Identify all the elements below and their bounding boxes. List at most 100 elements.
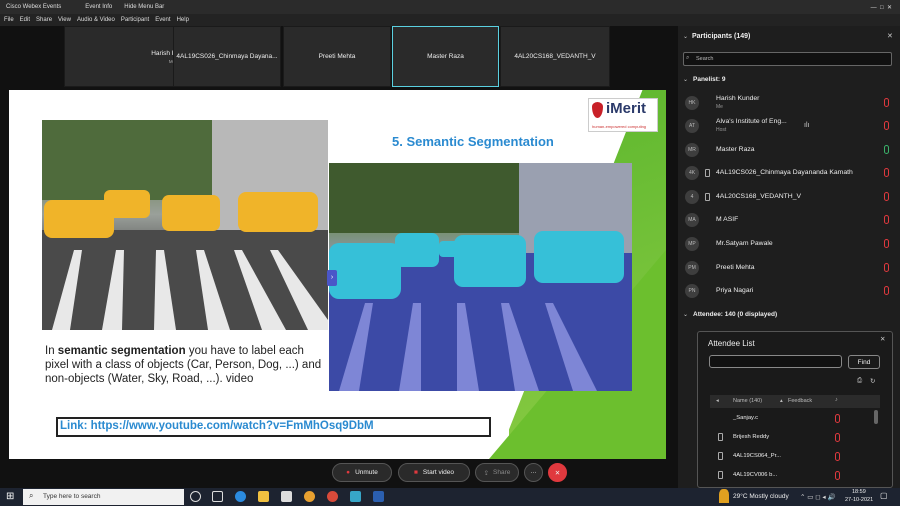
avatar: MR — [685, 143, 699, 157]
phone-icon — [718, 452, 723, 460]
attendee-search-input[interactable] — [709, 355, 842, 368]
attendee-row[interactable]: 4AL19CS064_Pr... — [710, 447, 880, 467]
panelist-name: Preeti Mehta — [716, 264, 755, 271]
slide-body: In semantic segmentation you have to lab… — [45, 344, 325, 386]
chevron-down-icon[interactable]: ⌄ — [683, 33, 688, 40]
find-button[interactable]: Find — [848, 355, 880, 369]
panelist-row[interactable]: MP Mr.Satyam Pawale — [681, 233, 893, 255]
start-video-button[interactable]: ■ Start video — [398, 463, 470, 482]
close-panel-icon[interactable]: ✕ — [887, 32, 893, 40]
panelist-header[interactable]: Panelist: 9 — [693, 76, 726, 83]
segmented-photo — [329, 163, 632, 391]
clock-date[interactable]: 27-10-2021 — [845, 497, 873, 503]
mic-muted-icon — [884, 263, 889, 272]
slide-body-prefix: In — [45, 345, 58, 357]
attendee-name: Brijesh Reddy — [733, 434, 770, 440]
sort-icon: ▴ — [780, 398, 783, 404]
chrome-icon[interactable] — [304, 491, 315, 502]
notifications-icon[interactable]: ▢ — [880, 491, 888, 500]
phone-icon — [718, 471, 723, 479]
menu-view[interactable]: View — [58, 17, 71, 23]
title-bar: Cisco Webex Events Event Info Hide Menu … — [0, 0, 900, 14]
col-feedback[interactable]: Feedback — [788, 398, 812, 404]
mic-muted-icon — [835, 433, 840, 442]
share-button[interactable]: ⇪ Share — [475, 463, 519, 482]
share-label: Share — [493, 469, 511, 476]
audio-level-icon: ılı — [804, 122, 810, 129]
windows-start-icon[interactable]: ⊞ — [6, 491, 14, 502]
video-thumbnail-active[interactable]: Master Raza — [392, 26, 499, 87]
file-explorer-icon[interactable] — [258, 491, 269, 502]
chrome-icon[interactable] — [327, 491, 338, 502]
store-icon[interactable] — [281, 491, 292, 502]
menu-audio-video[interactable]: Audio & Video — [77, 17, 115, 23]
participant-search-input[interactable]: Search — [683, 52, 892, 66]
panelist-row[interactable]: AT Alva's Institute of Eng... Host ılı — [681, 115, 893, 137]
chevron-right-icon[interactable]: › — [327, 270, 337, 286]
segmented-photo-drawing — [329, 163, 632, 391]
phone-icon — [705, 193, 710, 201]
slide-body-bold: semantic segmentation — [57, 345, 186, 357]
video-thumbnail[interactable]: 4AL19CS026_Chinmaya Dayana... — [173, 26, 281, 87]
attendee-name: _Sanjay.c — [733, 415, 759, 421]
more-icon: ··· — [530, 469, 537, 476]
chevron-down-icon[interactable]: ⌄ — [683, 311, 688, 318]
menu-event[interactable]: Event — [155, 17, 170, 23]
shared-slide: 5. Semantic Segmentation iMerit human-em… — [9, 90, 666, 459]
scrollbar[interactable] — [874, 410, 878, 424]
col-name[interactable]: Name (140) — [733, 398, 762, 404]
panelist-row[interactable]: 4 4AL20CS168_VEDANTH_V — [681, 186, 893, 208]
attendee-row[interactable]: 4AL19CV006 b... — [710, 466, 880, 486]
panelist-row[interactable]: PN Priya Nagari — [681, 280, 893, 302]
avatar: MP — [685, 237, 699, 251]
unmute-button[interactable]: ● Unmute — [332, 463, 392, 482]
menu-participant[interactable]: Participant — [121, 17, 149, 23]
start-video-label: Start video — [422, 469, 454, 476]
phone-icon — [705, 169, 710, 177]
phone-icon — [718, 433, 723, 441]
mic-muted-icon — [884, 168, 889, 177]
video-thumbnail[interactable]: Preeti Mehta — [283, 26, 391, 87]
event-info-button[interactable]: Event Info — [85, 4, 112, 10]
hide-menu-bar-button[interactable]: Hide Menu Bar — [124, 4, 164, 10]
panelist-row[interactable]: PM Preeti Mehta — [681, 257, 893, 279]
export-icon[interactable]: ⎙ — [857, 377, 862, 385]
panelist-row[interactable]: MA M ASIF — [681, 209, 893, 231]
avatar: MA — [685, 213, 699, 227]
system-tray-icons[interactable]: ⌃ ▭ ◻ ◂ 🔊 — [800, 493, 836, 501]
slide-link[interactable]: Link: https://www.youtube.com/watch?v=Fm… — [60, 420, 374, 432]
mic-icon: ♪ — [835, 397, 838, 403]
weather-text[interactable]: 29°C Mostly cloudy — [733, 493, 789, 500]
menu-edit[interactable]: Edit — [20, 17, 30, 23]
mic-muted-icon — [884, 286, 889, 295]
leave-button[interactable]: ✕ — [548, 463, 567, 482]
search-icon: ⌕ — [29, 491, 34, 500]
attendee-table-header: ◂ Name (140) ▴ Feedback ♪ — [710, 395, 880, 408]
video-thumbnail[interactable]: 4AL20CS168_VEDANTH_V — [500, 26, 610, 87]
edge-icon[interactable] — [235, 491, 246, 502]
menu-bar: File Edit Share View Audio & Video Parti… — [0, 14, 900, 26]
close-icon[interactable]: ✕ — [880, 335, 885, 343]
panelist-role: Host — [716, 127, 727, 133]
clock-time[interactable]: 18:59 — [852, 489, 866, 495]
taskbar-search-input[interactable]: Type here to search — [23, 489, 184, 505]
more-options-button[interactable]: ··· — [524, 463, 543, 482]
task-view-icon[interactable] — [212, 491, 223, 502]
webex-icon[interactable] — [350, 491, 361, 502]
menu-share[interactable]: Share — [36, 17, 52, 23]
menu-file[interactable]: File — [4, 17, 14, 23]
attendee-row[interactable]: _Sanjay.c — [710, 409, 880, 429]
attendee-row[interactable]: Brijesh Reddy — [710, 428, 880, 448]
panelist-row[interactable]: 4K 4AL19CS026_Chinmaya Dayananda Kamath — [681, 162, 893, 184]
panelist-row[interactable]: HK Harish Kunder Me — [681, 92, 893, 114]
menu-help[interactable]: Help — [177, 17, 189, 23]
slide-title: 5. Semantic Segmentation — [392, 134, 554, 149]
panelist-row[interactable]: MR Master Raza — [681, 139, 893, 161]
cortana-icon[interactable] — [190, 491, 201, 502]
attendee-header[interactable]: Attendee: 140 (0 displayed) — [693, 311, 777, 318]
chevron-down-icon[interactable]: ⌄ — [683, 76, 688, 83]
word-icon[interactable] — [373, 491, 384, 502]
speaker-icon: ◂ — [716, 398, 719, 404]
refresh-icon[interactable]: ↻ — [870, 377, 875, 385]
window-controls[interactable]: — □ ✕ — [871, 4, 892, 11]
